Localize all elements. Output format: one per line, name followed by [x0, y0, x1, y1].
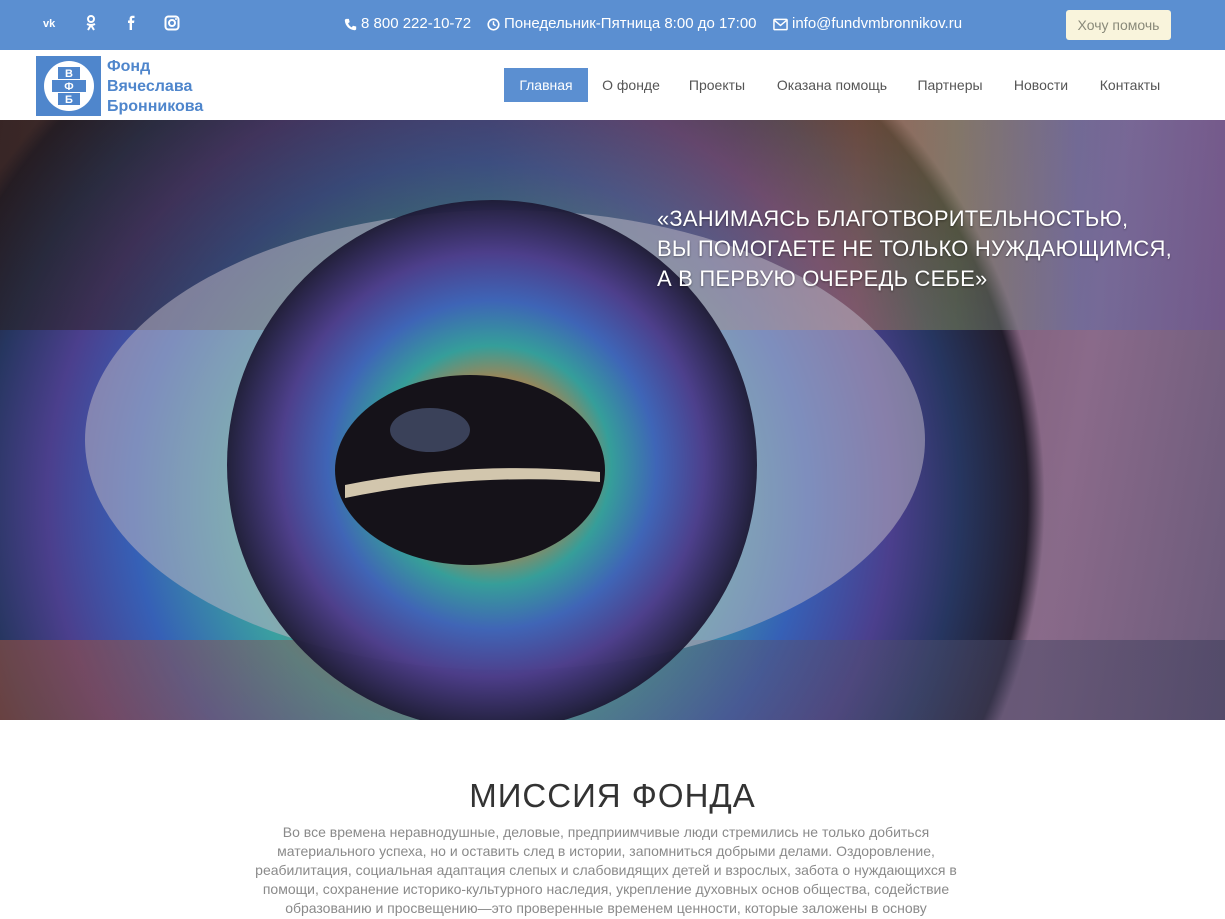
logo-emblem: В Ф Б	[43, 61, 94, 111]
clock-icon	[487, 17, 500, 31]
instagram-icon[interactable]	[163, 14, 181, 32]
vk-icon[interactable]: vk	[42, 14, 60, 32]
logo-title[interactable]: Фонд Вячеслава Бронникова	[107, 57, 203, 117]
facebook-icon[interactable]	[122, 14, 140, 32]
mission-text: Во все времена неравнодушные, деловые, п…	[255, 824, 957, 916]
svg-text:Ф: Ф	[64, 81, 73, 93]
logo-line: Вячеслава	[107, 78, 193, 95]
working-hours: Понедельник-Пятница 8:00 до 17:00	[487, 14, 757, 34]
nav-item-about[interactable]: О фонде	[596, 68, 666, 102]
email-address: info@fundvmbronnikov.ru	[792, 15, 963, 32]
logo[interactable]: В Ф Б	[36, 56, 101, 116]
nav-item-help-provided[interactable]: Оказана помощь	[770, 68, 894, 102]
phone-contact[interactable]: 8 800 222-10-72	[344, 14, 471, 34]
svg-text:В: В	[65, 68, 73, 80]
quote-line: А В ПЕРВУЮ ОЧЕРЕДЬ СЕБЕ»	[657, 266, 988, 291]
nav-item-contacts[interactable]: Контакты	[1092, 68, 1168, 102]
email-contact[interactable]: info@fundvmbronnikov.ru	[773, 14, 962, 34]
hero-banner: «ЗАНИМАЯСЬ БЛАГОТВОРИТЕЛЬНОСТЬЮ, ВЫ ПОМО…	[0, 120, 1225, 720]
quote-line: «ЗАНИМАЯСЬ БЛАГОТВОРИТЕЛЬНОСТЬЮ,	[657, 206, 1129, 231]
top-bar: vk 8 800 222-10-72 Понедельник-Пятница 8…	[0, 0, 1225, 50]
nav-item-projects[interactable]: Проекты	[680, 68, 754, 102]
logo-line: Фонд	[107, 58, 151, 75]
hero-quote: «ЗАНИМАЯСЬ БЛАГОТВОРИТЕЛЬНОСТЬЮ, ВЫ ПОМО…	[657, 204, 1172, 294]
odnoklassniki-icon[interactable]	[82, 14, 100, 32]
svg-text:Б: Б	[65, 94, 73, 106]
quote-line: ВЫ ПОМОГАЕТЕ НЕ ТОЛЬКО НУЖДАЮЩИМСЯ,	[657, 236, 1172, 261]
working-hours-text: Понедельник-Пятница 8:00 до 17:00	[504, 15, 757, 32]
envelope-icon	[773, 18, 788, 30]
nav-item-news[interactable]: Новости	[1006, 68, 1076, 102]
nav-item-partners[interactable]: Партнеры	[910, 68, 990, 102]
site-header: В Ф Б Фонд Вячеслава Бронникова Главная …	[0, 50, 1225, 120]
help-button[interactable]: Хочу помочь	[1066, 10, 1171, 40]
phone-number: 8 800 222-10-72	[361, 15, 472, 32]
nav-item-home[interactable]: Главная	[504, 68, 588, 102]
svg-text:vk: vk	[43, 18, 56, 30]
logo-line: Бронникова	[107, 98, 204, 115]
phone-icon	[344, 18, 357, 30]
mission-title: МИССИЯ ФОНДА	[469, 777, 756, 814]
